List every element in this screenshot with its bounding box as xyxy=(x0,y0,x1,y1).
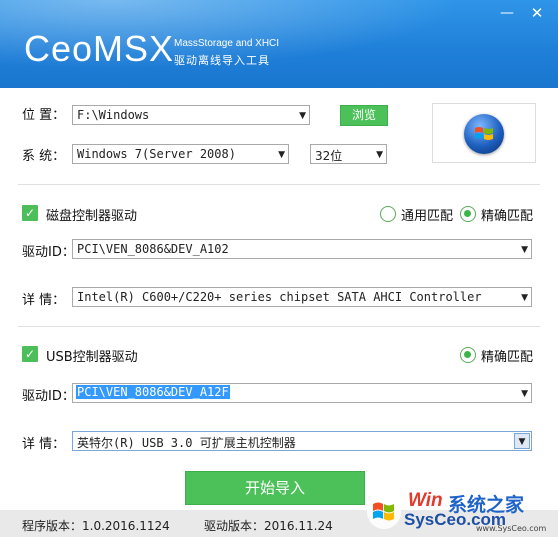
arch-select[interactable]: 32位 ▼ xyxy=(310,144,387,164)
watermark: Win 系统之家 SysCeo.com www.SysCeo.com xyxy=(366,488,558,537)
divider xyxy=(18,326,540,327)
watermark-site2: www.SysCeo.com xyxy=(476,524,547,533)
usb-exact-match-radio[interactable] xyxy=(460,347,476,363)
disk-exact-match-radio[interactable] xyxy=(460,206,476,222)
usb-driver-checkbox[interactable]: ✓ xyxy=(22,346,38,362)
disk-detail-select[interactable]: Intel(R) C600+/C220+ series chipset SATA… xyxy=(72,287,532,307)
chevron-down-icon: ▼ xyxy=(514,433,530,449)
app-subtitle-cn: 驱动离线导入工具 xyxy=(174,54,270,67)
disk-generic-match-label: 通用匹配 xyxy=(401,209,454,224)
location-select[interactable]: F:\Windows ▼ xyxy=(72,105,310,125)
driver-version: 驱动版本：2016.11.24 xyxy=(204,519,333,533)
usb-driver-id-value: PCI\VEN_8086&DEV_A12F xyxy=(76,385,230,399)
disk-generic-match-radio[interactable] xyxy=(380,206,396,222)
disk-detail-label: 详 情： xyxy=(22,293,66,308)
app-subtitle-en: MassStorage and XHCI xyxy=(174,38,280,49)
usb-detail-value: 英特尔(R) USB 3.0 可扩展主机控制器 xyxy=(77,436,296,450)
usb-driver-id-label: 驱动ID： xyxy=(22,389,75,404)
browse-button[interactable]: 浏览 xyxy=(340,105,388,126)
system-value: Windows 7(Server 2008) xyxy=(77,147,236,161)
usb-driver-id-select[interactable]: PCI\VEN_8086&DEV_A12F ▼ xyxy=(72,383,532,403)
windows-logo-icon xyxy=(464,114,504,154)
chevron-down-icon: ▼ xyxy=(376,150,383,160)
close-icon[interactable]: ✕ xyxy=(526,4,548,22)
usb-detail-select[interactable]: 英特尔(R) USB 3.0 可扩展主机控制器 ▼ xyxy=(72,431,532,451)
disk-driver-label: 磁盘控制器驱动 xyxy=(46,209,138,224)
divider xyxy=(18,184,540,185)
usb-exact-match-label: 精确匹配 xyxy=(481,350,534,365)
program-version: 程序版本：1.0.2016.1124 xyxy=(22,519,170,533)
start-import-button[interactable]: 开始导入 xyxy=(185,471,365,505)
windows-logo-panel xyxy=(432,103,536,163)
location-label: 位 置： xyxy=(22,108,66,123)
usb-detail-label: 详 情： xyxy=(22,437,66,452)
chevron-down-icon: ▼ xyxy=(278,150,285,160)
chevron-down-icon: ▼ xyxy=(299,111,306,121)
disk-detail-value: Intel(R) C600+/C220+ series chipset SATA… xyxy=(77,290,482,304)
windows-flag-icon xyxy=(475,127,493,140)
disk-driver-id-label: 驱动ID： xyxy=(22,245,75,260)
arch-value: 32位 xyxy=(315,149,343,163)
title-bar: CeoMSX MassStorage and XHCI 驱动离线导入工具 — ✕ xyxy=(0,0,558,88)
usb-driver-label: USB控制器驱动 xyxy=(46,350,138,365)
system-select[interactable]: Windows 7(Server 2008) ▼ xyxy=(72,144,289,164)
system-label: 系 统： xyxy=(22,149,66,164)
disk-driver-checkbox[interactable]: ✓ xyxy=(22,205,38,221)
chevron-down-icon: ▼ xyxy=(521,293,528,303)
app-logo: CeoMSX xyxy=(24,28,175,69)
chevron-down-icon: ▼ xyxy=(521,389,528,399)
disk-exact-match-label: 精确匹配 xyxy=(481,209,534,224)
minimize-icon[interactable]: — xyxy=(496,4,518,22)
watermark-brand-a: Win xyxy=(408,490,443,511)
chevron-down-icon: ▼ xyxy=(521,245,528,255)
location-value: F:\Windows xyxy=(77,108,150,122)
disk-driver-id-value: PCI\VEN_8086&DEV_A102 xyxy=(77,242,229,256)
disk-driver-id-select[interactable]: PCI\VEN_8086&DEV_A102 ▼ xyxy=(72,239,532,259)
